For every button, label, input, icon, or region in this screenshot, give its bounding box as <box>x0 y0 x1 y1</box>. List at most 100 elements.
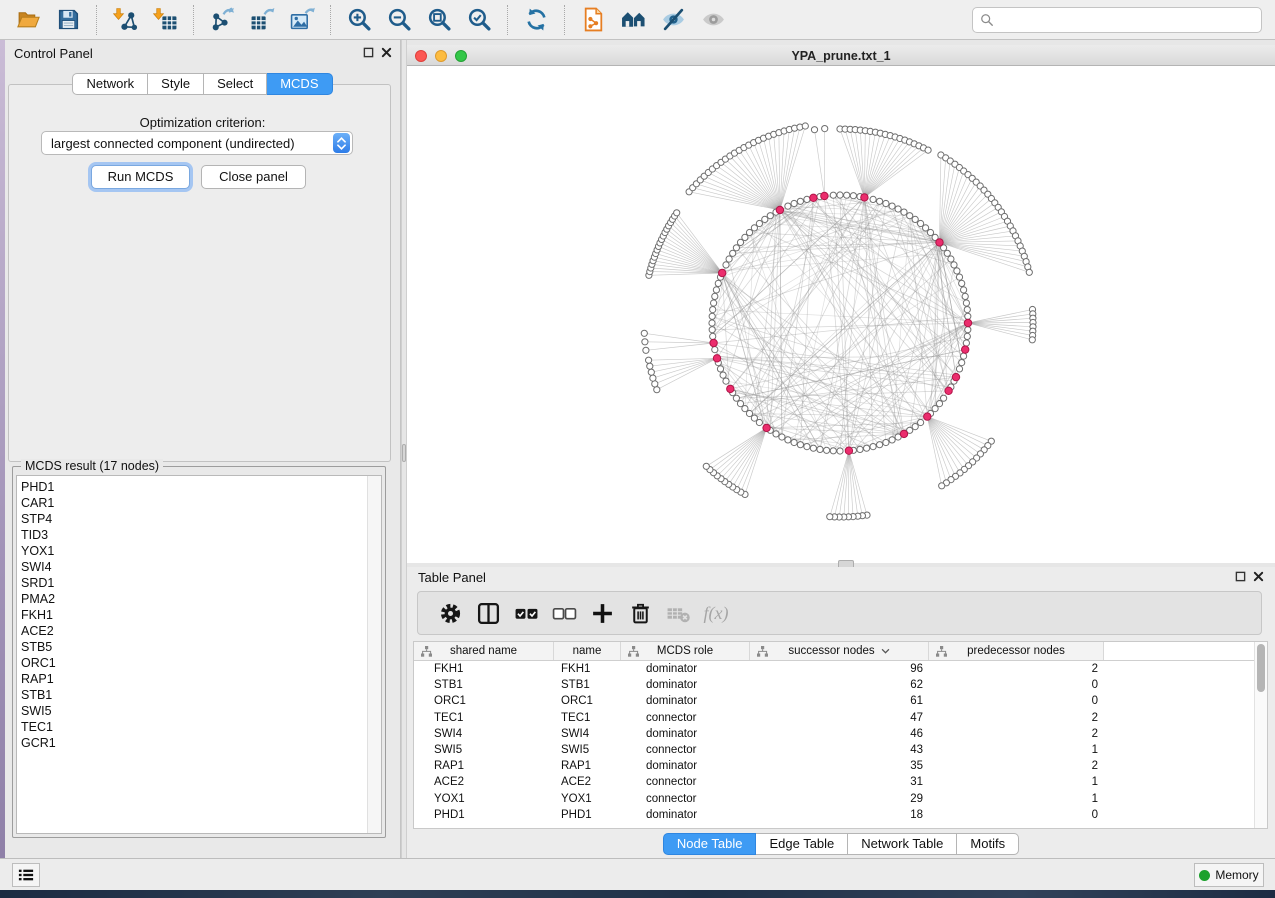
optimization-criterion-select[interactable]: largest connected component (undirected) <box>41 131 353 155</box>
tab-style[interactable]: Style <box>148 73 204 95</box>
zoom-fit-icon[interactable] <box>426 7 452 33</box>
close-table-panel-icon[interactable] <box>1253 571 1264 582</box>
cell-shared-name[interactable]: ACE2 <box>414 774 554 790</box>
cell-MCDS-role[interactable]: connector <box>621 791 750 807</box>
import-network-icon[interactable] <box>112 7 138 33</box>
column-header-name[interactable]: name <box>554 642 621 660</box>
cell-shared-name[interactable]: ORC1 <box>414 693 554 709</box>
run-mcds-button[interactable]: Run MCDS <box>91 165 190 189</box>
cell-name[interactable]: SWI4 <box>554 726 621 742</box>
table-scrollbar[interactable] <box>1254 642 1267 828</box>
mcds-result-item[interactable]: SWI4 <box>21 559 363 575</box>
network-graph[interactable] <box>407 66 1275 563</box>
mcds-result-item[interactable]: ORC1 <box>21 655 363 671</box>
clear-checkboxes-icon[interactable] <box>551 600 577 626</box>
delete-column-icon[interactable] <box>627 600 653 626</box>
network-canvas[interactable] <box>407 66 1275 563</box>
mcds-result-item[interactable]: TEC1 <box>21 719 363 735</box>
mcds-result-item[interactable]: STB5 <box>21 639 363 655</box>
cell-predecessor-nodes[interactable]: 0 <box>929 677 1104 693</box>
cell-predecessor-nodes[interactable]: 0 <box>929 693 1104 709</box>
tab-network-table[interactable]: Network Table <box>848 833 957 855</box>
table-row[interactable]: YOX1YOX1connector291 <box>414 791 1267 807</box>
table-row[interactable]: PHD1PHD1dominator180 <box>414 807 1267 823</box>
mcds-result-item[interactable]: YOX1 <box>21 543 363 559</box>
cell-MCDS-role[interactable]: dominator <box>621 758 750 774</box>
mcds-result-item[interactable]: ACE2 <box>21 623 363 639</box>
mcds-result-item[interactable]: TID3 <box>21 527 363 543</box>
cell-predecessor-nodes[interactable]: 2 <box>929 726 1104 742</box>
mcds-result-item[interactable]: GCR1 <box>21 735 363 751</box>
cell-MCDS-role[interactable]: dominator <box>621 693 750 709</box>
mcds-result-scrollbar[interactable] <box>367 476 381 833</box>
cell-predecessor-nodes[interactable]: 1 <box>929 774 1104 790</box>
float-panel-icon[interactable] <box>363 47 374 58</box>
mcds-result-item[interactable]: SRD1 <box>21 575 363 591</box>
cell-name[interactable]: FKH1 <box>554 661 621 677</box>
refresh-layout-icon[interactable] <box>523 7 549 33</box>
cell-successor-nodes[interactable]: 46 <box>750 726 929 742</box>
mcds-result-item[interactable]: STB1 <box>21 687 363 703</box>
cell-shared-name[interactable]: FKH1 <box>414 661 554 677</box>
cell-predecessor-nodes[interactable]: 2 <box>929 661 1104 677</box>
zoom-in-icon[interactable] <box>346 7 372 33</box>
mcds-result-item[interactable]: STP4 <box>21 511 363 527</box>
export-network-icon[interactable] <box>209 7 235 33</box>
mcds-result-item[interactable]: CAR1 <box>21 495 363 511</box>
column-header-predecessor-nodes[interactable]: predecessor nodes <box>929 642 1104 660</box>
cell-successor-nodes[interactable]: 43 <box>750 742 929 758</box>
mcds-result-item[interactable]: PMA2 <box>21 591 363 607</box>
cell-name[interactable]: TEC1 <box>554 710 621 726</box>
tab-motifs[interactable]: Motifs <box>957 833 1019 855</box>
cell-shared-name[interactable]: SWI4 <box>414 726 554 742</box>
cell-name[interactable]: ORC1 <box>554 693 621 709</box>
tab-select[interactable]: Select <box>204 73 267 95</box>
cell-MCDS-role[interactable]: dominator <box>621 661 750 677</box>
table-row[interactable]: ORC1ORC1dominator610 <box>414 693 1267 709</box>
hide-selected-icon[interactable] <box>660 7 686 33</box>
table-row[interactable]: TEC1TEC1connector472 <box>414 710 1267 726</box>
open-folder-icon[interactable] <box>15 7 41 33</box>
cell-shared-name[interactable]: RAP1 <box>414 758 554 774</box>
cell-successor-nodes[interactable]: 35 <box>750 758 929 774</box>
cell-MCDS-role[interactable]: connector <box>621 710 750 726</box>
mcds-result-list[interactable]: PHD1CAR1STP4TID3YOX1SWI4SRD1PMA2FKH1ACE2… <box>16 475 382 834</box>
cell-shared-name[interactable]: PHD1 <box>414 807 554 823</box>
cell-predecessor-nodes[interactable]: 2 <box>929 758 1104 774</box>
mcds-result-item[interactable]: RAP1 <box>21 671 363 687</box>
mcds-result-item[interactable]: SWI5 <box>21 703 363 719</box>
search-input[interactable] <box>999 10 1261 30</box>
cell-successor-nodes[interactable]: 29 <box>750 791 929 807</box>
cell-MCDS-role[interactable]: dominator <box>621 807 750 823</box>
network-document-icon[interactable] <box>580 7 606 33</box>
search-field[interactable] <box>972 7 1262 33</box>
memory-button[interactable]: Memory <box>1194 863 1264 887</box>
cell-MCDS-role[interactable]: connector <box>621 742 750 758</box>
cell-successor-nodes[interactable]: 31 <box>750 774 929 790</box>
cell-name[interactable]: YOX1 <box>554 791 621 807</box>
mcds-result-item[interactable]: FKH1 <box>21 607 363 623</box>
cell-shared-name[interactable]: SWI5 <box>414 742 554 758</box>
table-scrollbar-thumb[interactable] <box>1257 644 1265 692</box>
float-table-panel-icon[interactable] <box>1235 571 1246 582</box>
cell-successor-nodes[interactable]: 61 <box>750 693 929 709</box>
table-row[interactable]: FKH1FKH1dominator962 <box>414 661 1267 677</box>
cell-shared-name[interactable]: TEC1 <box>414 710 554 726</box>
column-header-successor-nodes[interactable]: successor nodes <box>750 642 929 660</box>
cell-MCDS-role[interactable]: connector <box>621 774 750 790</box>
column-header-MCDS-role[interactable]: MCDS role <box>621 642 750 660</box>
cell-name[interactable]: STB1 <box>554 677 621 693</box>
mcds-result-item[interactable]: PHD1 <box>21 479 363 495</box>
column-settings-gear-icon[interactable] <box>437 600 463 626</box>
table-row[interactable]: SWI4SWI4dominator462 <box>414 726 1267 742</box>
import-table-icon[interactable] <box>152 7 178 33</box>
cell-successor-nodes[interactable]: 18 <box>750 807 929 823</box>
cell-shared-name[interactable]: YOX1 <box>414 791 554 807</box>
cell-predecessor-nodes[interactable]: 0 <box>929 807 1104 823</box>
table-row[interactable]: STB1STB1dominator620 <box>414 677 1267 693</box>
add-column-icon[interactable] <box>589 600 615 626</box>
close-panel-button[interactable]: Close panel <box>201 165 306 189</box>
tab-network[interactable]: Network <box>72 73 148 95</box>
tab-edge-table[interactable]: Edge Table <box>756 833 848 855</box>
cell-name[interactable]: SWI5 <box>554 742 621 758</box>
